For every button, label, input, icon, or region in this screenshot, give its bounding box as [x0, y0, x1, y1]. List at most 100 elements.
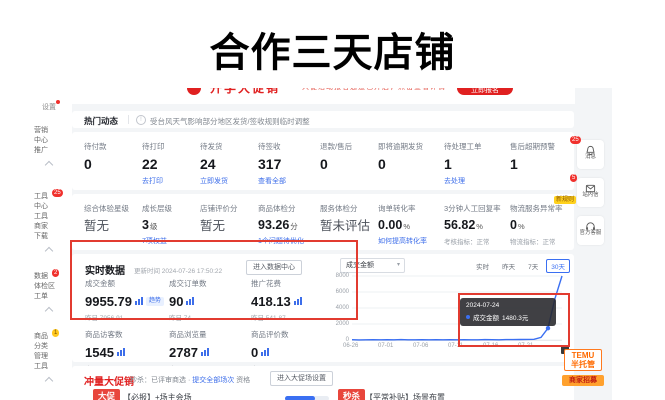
stat-label: 待打印 [142, 141, 200, 152]
divider [128, 115, 129, 124]
promo-banner-button[interactable]: 立即报名 [457, 88, 513, 95]
shop-stat: 询单转化率0.00%如何提高转化率 [378, 203, 444, 246]
range-button-7天[interactable]: 7天 [523, 259, 543, 273]
metric-value-row: 1545 [85, 343, 169, 361]
order-stat: 待发货24立即发货 [200, 141, 258, 186]
notification-badge: 25 [570, 136, 581, 144]
new-rule-badge: 新规则 [554, 196, 576, 204]
stat-link[interactable]: 去处理 [444, 176, 510, 186]
promo-card: 冲量大促销 秒杀：已评审商选 · 提交全部场次 资格 进入大促场设置 大促 【必… [72, 366, 574, 400]
stat-unit: % [518, 222, 525, 231]
sidebar-item-商品[interactable]: 商品1 [34, 332, 48, 342]
stat-label: 即将逾期发货 [378, 141, 444, 152]
stat-link[interactable]: 如何提高转化率 [378, 236, 444, 246]
stat-link[interactable]: 去打印 [142, 176, 200, 186]
metric-label: 商品访客数 [85, 329, 169, 340]
sidebar-item-工具[interactable]: 工具 [34, 212, 48, 222]
annotation-box-tooltip [458, 293, 570, 347]
sidebar-item-管理[interactable]: 管理 [34, 352, 48, 362]
x-axis-tick: 06-26 [343, 343, 358, 349]
temu-recruit-button[interactable]: 商家招募 [562, 375, 604, 386]
range-button-30天[interactable]: 30天 [546, 259, 570, 273]
stat-link[interactable]: 查看全部 [258, 176, 320, 186]
stat-value: 1 [444, 156, 510, 172]
sidebar-item-中心[interactable]: 中心 [34, 136, 48, 146]
stat-value: 0% [510, 218, 580, 232]
promo-note-link[interactable]: 提交全部场次 [192, 377, 234, 384]
range-button-昨天[interactable]: 昨天 [497, 259, 520, 273]
chevron-up-icon[interactable] [45, 247, 53, 255]
stat-value: 暂无 [84, 218, 142, 234]
stat-value: 56.82% [444, 218, 510, 232]
sidebar-item-营销[interactable]: 营销 [34, 126, 48, 136]
stat-label: 待签收 [258, 141, 320, 152]
promo-progress-bar [285, 396, 329, 400]
stat-value: 0.00% [378, 218, 444, 232]
sidebar-item-商家[interactable]: 商家 [34, 222, 48, 232]
sidebar-item-下载[interactable]: 下载 [34, 232, 48, 242]
stat-note: 物流指标：正常 [510, 236, 580, 246]
notice-text[interactable]: 受台风天气影响部分地区发货/签收规则临时调整 [150, 116, 310, 127]
stat-label: 售后超期预警 [510, 141, 580, 152]
sidebar-item-推广[interactable]: 推广 [34, 146, 48, 156]
sidebar-item-工单[interactable]: 工单 [34, 292, 48, 302]
annotation-box-realtime [70, 240, 358, 320]
sidebar-item-分类[interactable]: 分类 [34, 342, 48, 352]
headset-icon [585, 219, 596, 230]
y-axis-tick: 2000 [336, 321, 349, 327]
float-button-label: 消息 [578, 154, 602, 160]
order-stat: 待付款0 [84, 141, 142, 186]
float-button-消息[interactable]: 消息25 [577, 140, 604, 169]
bar-chart-icon[interactable] [201, 343, 209, 361]
stat-value: 暂无 [200, 218, 258, 234]
stat-label: 物流服务异常率 [510, 203, 580, 214]
stat-label: 成长层级 [142, 203, 200, 214]
chevron-up-icon[interactable] [45, 161, 53, 169]
float-button-官方客服[interactable]: 官方客服 [577, 216, 604, 245]
stat-label: 综合体验星级 [84, 203, 142, 214]
info-icon: ! [136, 115, 146, 125]
stat-label: 退款/售后 [320, 141, 378, 152]
metric-value: 0 [251, 345, 258, 360]
bar-chart-icon[interactable] [117, 343, 125, 361]
promo-task-badge: 秒杀 [338, 389, 365, 400]
order-stats-card: 待付款0待打印22去打印待发货24立即发货待签收317查看全部退款/售后0即将逾… [72, 132, 574, 190]
notification-dot [56, 100, 60, 104]
stat-label: 服务体检分 [320, 203, 378, 214]
metric-value-row: 2787 [169, 343, 251, 361]
stat-link[interactable]: 立即发货 [200, 176, 258, 186]
sidebar-badge: 1 [52, 329, 59, 337]
notice-label: 热门动态 [84, 115, 118, 127]
stat-value: 0 [378, 156, 444, 172]
promo-task-text[interactable]: 【必报】+场主会场 [123, 392, 192, 400]
sidebar-item-工具[interactable]: 工具25 [34, 192, 48, 202]
top-promo-banner[interactable]: 开学大促销 大促活动报名通道已开启，点击查看详情 立即报名 [72, 88, 575, 104]
metric-label: 商品浏览量 [169, 329, 251, 340]
chevron-down-icon: ▾ [397, 259, 400, 272]
sidebar-item-体检区[interactable]: 体检区 [34, 282, 55, 292]
float-button-站内信[interactable]: 站内信5 [577, 178, 604, 207]
range-button-实时[interactable]: 实时 [471, 259, 494, 273]
sidebar-item-top[interactable]: 设置 [42, 102, 56, 112]
chevron-up-icon[interactable] [45, 377, 53, 385]
stat-value: 0 [320, 156, 378, 172]
stat-label: 商品体检分 [258, 203, 320, 214]
promo-settings-button[interactable]: 进入大促场设置 [270, 371, 333, 386]
chevron-up-icon[interactable] [45, 307, 53, 315]
promo-banner-subtitle: 大促活动报名通道已开启，点击查看详情 [302, 88, 446, 92]
order-stat: 待签收317查看全部 [258, 141, 320, 186]
sidebar-item-工具[interactable]: 工具 [34, 362, 48, 372]
promo-task-text[interactable]: 【平常补贴】场景布置 [365, 392, 445, 400]
sidebar-item-中心[interactable]: 中心 [34, 202, 48, 212]
order-stat: 即将逾期发货 0 [378, 141, 444, 186]
notification-badge: 5 [570, 174, 577, 182]
stat-value: 24 [200, 156, 258, 172]
stat-label: 店铺评价分 [200, 203, 258, 214]
dashboard-screenshot: 设置 营销中心推广工具25中心工具商家下载数据2体检区工单商品1分类管理工具 开… [28, 88, 612, 400]
stat-label: 待处理工单 [444, 141, 510, 152]
metric-label: 商品评价数 [251, 329, 333, 340]
stat-value: 93.26分 [258, 218, 320, 232]
bar-chart-icon[interactable] [261, 343, 269, 361]
sidebar-item-数据[interactable]: 数据2 [34, 272, 48, 282]
sidebar-badge: 25 [52, 189, 63, 197]
